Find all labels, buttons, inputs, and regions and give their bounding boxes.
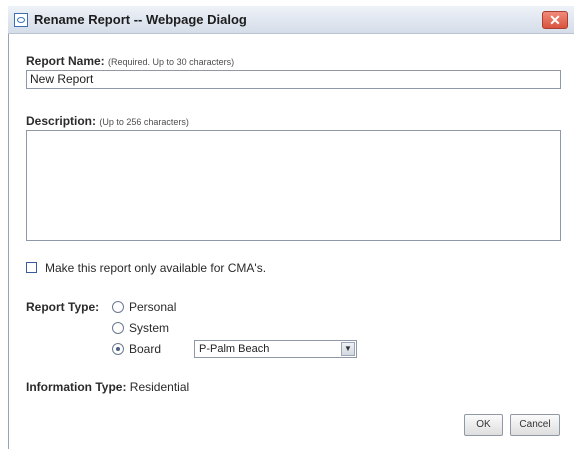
description-label: Description:	[26, 114, 97, 128]
radio-system-label: System	[129, 321, 170, 335]
cma-only-label: Make this report only available for CMA'…	[45, 261, 267, 275]
cancel-button[interactable]: Cancel	[510, 414, 560, 436]
radio-board[interactable]	[112, 343, 124, 355]
ok-button[interactable]: OK	[464, 414, 503, 436]
information-type-label: Information Type:	[26, 380, 127, 394]
report-type-label-text: Report Type:	[26, 300, 100, 314]
cma-only-checkbox[interactable]	[26, 262, 37, 273]
close-button[interactable]: ✕	[542, 11, 568, 29]
report-name-input[interactable]: New Report	[26, 70, 561, 89]
radio-system[interactable]	[112, 322, 124, 334]
report-name-label: Report Name:	[26, 54, 105, 68]
chevron-down-icon[interactable]: ▼	[341, 342, 355, 356]
board-select-value: P-Palm Beach	[199, 343, 270, 355]
radio-personal-label: Personal	[129, 300, 177, 314]
description-hint: (Up to 256 characters)	[99, 117, 189, 127]
information-type-value: Residential	[129, 380, 190, 394]
dialog-title: Rename Report -- Webpage Dialog	[34, 12, 247, 27]
report-name-hint: (Required. Up to 30 characters)	[108, 57, 235, 67]
radio-board-label: Board	[129, 342, 162, 356]
title-bar: Rename Report -- Webpage Dialog ✕	[8, 6, 574, 34]
board-select[interactable]: P-Palm Beach ▼	[194, 340, 357, 358]
dialog-window: Rename Report -- Webpage Dialog ✕ Report…	[0, 0, 574, 449]
radio-personal[interactable]	[112, 301, 124, 313]
information-type-row: Information Type: Residential	[26, 380, 189, 394]
description-label-row: Description: (Up to 256 characters)	[26, 114, 189, 128]
report-name-label-row: Report Name: (Required. Up to 30 charact…	[26, 54, 234, 68]
dialog-body: Report Name: (Required. Up to 30 charact…	[9, 34, 574, 449]
description-textarea[interactable]	[26, 130, 561, 241]
browser-page-icon	[14, 13, 28, 27]
report-type-label: Report Type:	[26, 300, 99, 314]
